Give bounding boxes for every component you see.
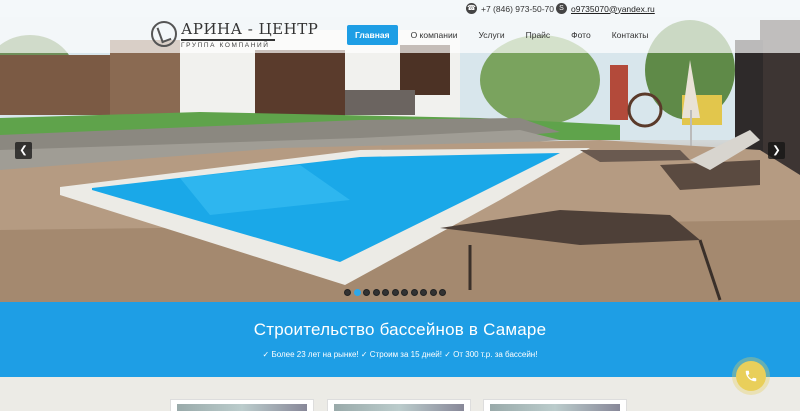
carousel-dot-active[interactable] (353, 289, 361, 296)
card-image (490, 404, 620, 411)
logo-divider (181, 39, 275, 41)
content-section (0, 377, 800, 411)
carousel-dot[interactable] (363, 289, 370, 296)
skype-icon: S (556, 3, 567, 14)
site-header: АРИНА - ЦЕНТР ГРУППА КОМПАНИЙ Главная О … (0, 17, 800, 53)
carousel-dot[interactable] (401, 289, 408, 296)
email-link[interactable]: o9735070@yandex.ru (571, 4, 655, 14)
carousel-dot[interactable] (372, 289, 380, 296)
carousel-dot[interactable] (420, 289, 427, 296)
chevron-right-icon: ❯ (772, 145, 781, 156)
carousel-next-button[interactable]: ❯ (768, 142, 785, 159)
logo-mark-icon (151, 21, 177, 47)
phone-number: +7 (846) 973-50-70 (481, 3, 555, 14)
banner-features: ✓ Более 23 лет на рынке! ✓ Строим за 15 … (262, 350, 538, 359)
email-contact[interactable]: S o9735070@yandex.ru (556, 3, 655, 14)
phone-icon: ☎ (466, 3, 477, 14)
logo-name: АРИНА - ЦЕНТР (181, 20, 319, 38)
photo-card[interactable] (327, 399, 471, 411)
logo-subtitle: ГРУППА КОМПАНИЙ (181, 42, 270, 49)
carousel-dot[interactable] (429, 289, 437, 296)
phone-contact[interactable]: ☎ +7 (846) 973-50-70 (466, 3, 554, 14)
carousel-dot[interactable] (439, 289, 446, 296)
main-nav: Главная О компании Услуги Прайс Фото Кон… (347, 25, 661, 45)
chevron-left-icon: ❮ (19, 145, 28, 156)
nav-item-photos[interactable]: Фото (563, 25, 599, 45)
carousel-dot[interactable] (410, 289, 418, 296)
carousel-prev-button[interactable]: ❮ (15, 142, 32, 159)
carousel-dot[interactable] (391, 289, 399, 296)
photo-card[interactable] (483, 399, 627, 411)
card-image (177, 404, 307, 411)
logo[interactable]: АРИНА - ЦЕНТР ГРУППА КОМПАНИЙ (151, 20, 318, 50)
banner-title: Строительство бассейнов в Самаре (253, 320, 547, 339)
nav-item-contacts[interactable]: Контакты (604, 25, 657, 45)
top-contact-bar: ☎ +7 (846) 973-50-70 S o9735070@yandex.r… (0, 0, 800, 17)
carousel-dot[interactable] (344, 289, 351, 296)
callback-button[interactable] (736, 361, 766, 391)
nav-item-home[interactable]: Главная (347, 25, 398, 45)
carousel-dot[interactable] (382, 289, 389, 296)
phone-handset-icon (745, 370, 757, 382)
carousel-indicators (344, 289, 446, 296)
card-image (334, 404, 464, 411)
page: ☎ +7 (846) 973-50-70 S o9735070@yandex.r… (0, 0, 800, 411)
headline-banner: Строительство бассейнов в Самаре ✓ Более… (0, 302, 800, 377)
nav-item-prices[interactable]: Прайс (518, 25, 559, 45)
photo-card[interactable] (170, 399, 314, 411)
nav-item-about[interactable]: О компании (403, 25, 466, 45)
nav-item-services[interactable]: Услуги (470, 25, 512, 45)
